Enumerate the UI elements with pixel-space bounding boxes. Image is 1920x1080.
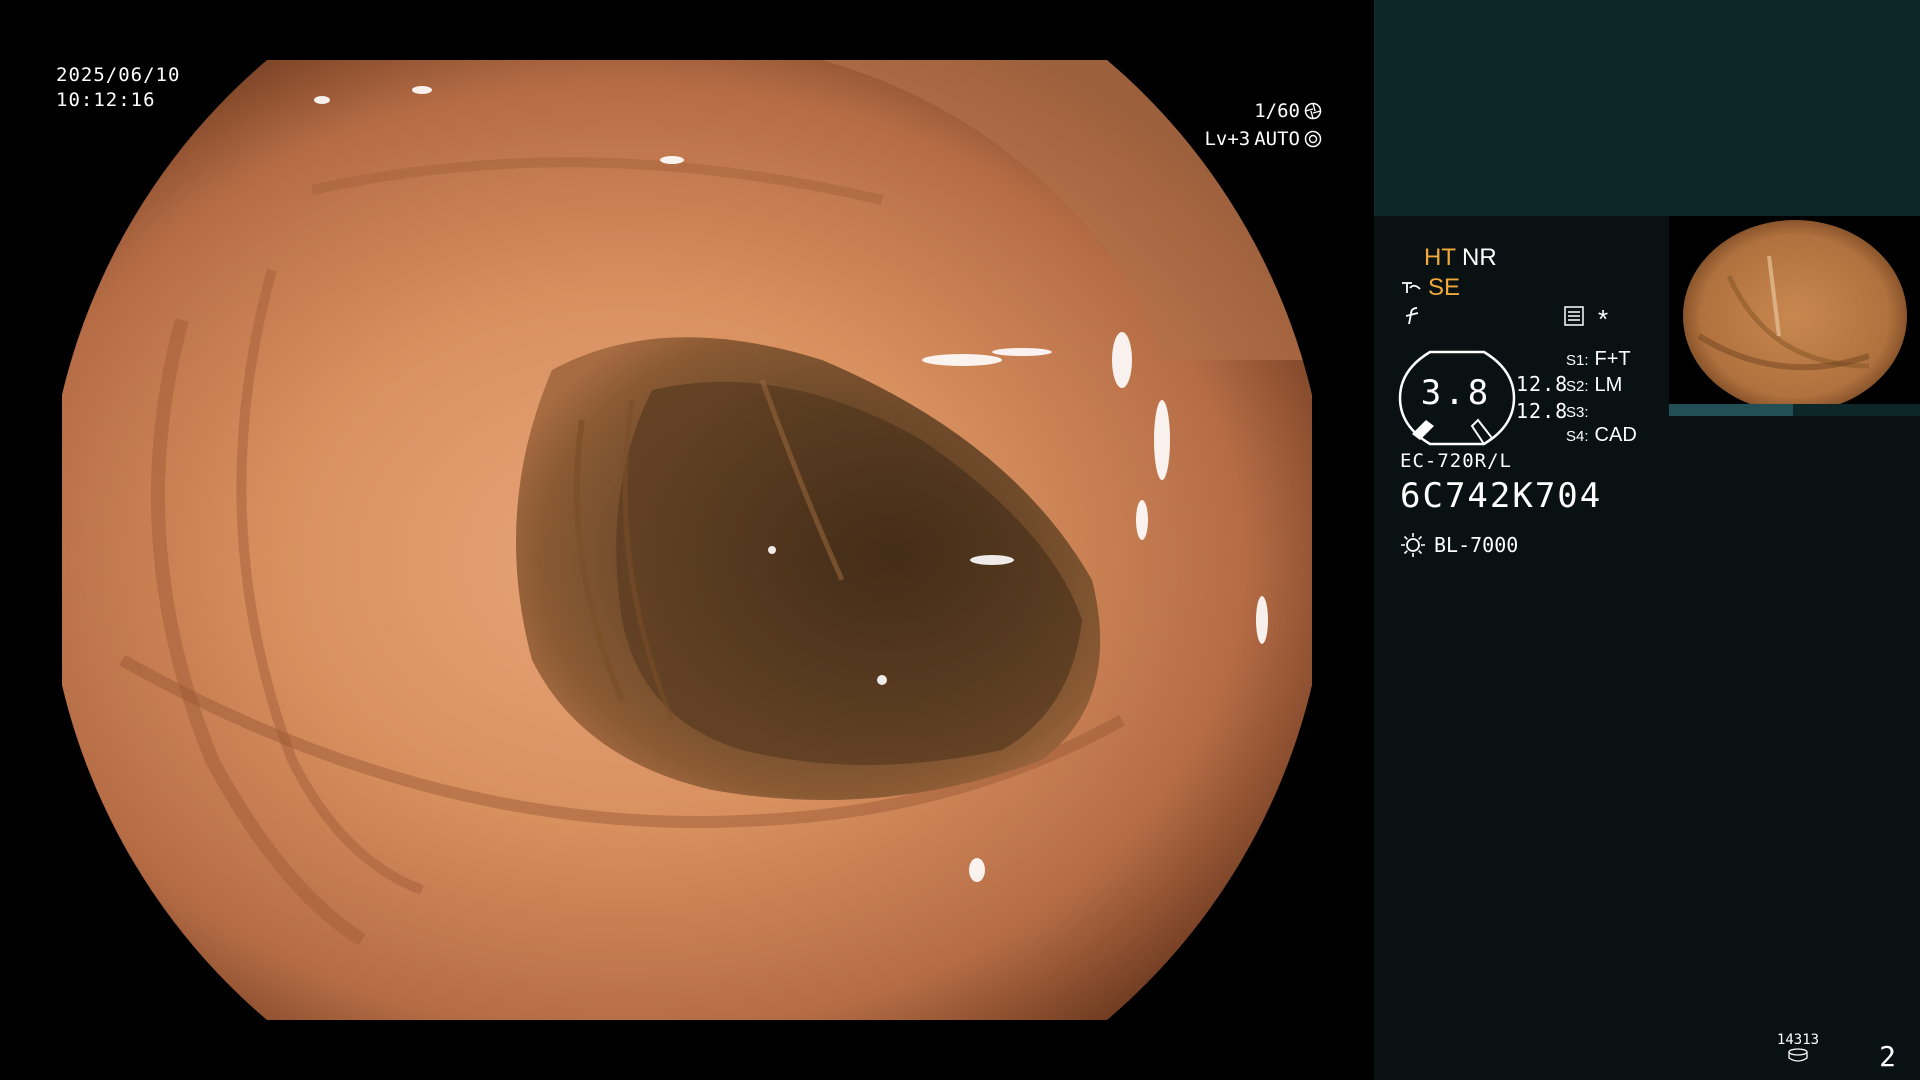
switch-1-row: S1: F+T [1566, 348, 1631, 371]
storage-counter: 14313 [1766, 1032, 1830, 1067]
se-indicator: SE [1428, 274, 1461, 301]
thumbnail-preview[interactable] [1669, 216, 1920, 416]
disk-icon [1788, 1048, 1808, 1062]
aperture-icon [1304, 102, 1322, 120]
switch-key: S1 [1566, 352, 1585, 369]
switch-value: CAD [1594, 424, 1637, 446]
ratio-value-1: 12.8 [1516, 372, 1569, 396]
f-mode-row [1402, 305, 1424, 327]
switch-separator: : [1584, 428, 1589, 445]
endoscope-view: 2025/06/10 10:12:16 1/60 Lv+3 AUTO [0, 0, 1374, 1080]
zoom-value: 3.8 [1420, 373, 1492, 413]
switch-value: LM [1594, 374, 1623, 396]
capture-counter: 14313 [1776, 1032, 1820, 1048]
scope-serial: 6C742K704 [1400, 476, 1603, 516]
ht-indicator: HT [1424, 244, 1456, 271]
capture-time: 10:12:16 [56, 89, 156, 111]
switch-4-row: S4: CAD [1566, 424, 1637, 447]
nr-indicator: NR [1462, 244, 1497, 271]
switch-key: S2 [1566, 378, 1585, 395]
switch-value: F+T [1594, 348, 1631, 370]
processing-flags: HT NR [1424, 244, 1497, 272]
iris-mode: AUTO [1254, 128, 1300, 150]
header-band [1374, 0, 1920, 216]
page-number: 2 [1879, 1040, 1896, 1073]
capture-date: 2025/06/10 [56, 64, 181, 86]
thumbnail-image [1683, 220, 1907, 412]
light-source: BL-7000 [1434, 533, 1519, 557]
ratio-value-2: 12.8 [1516, 399, 1569, 423]
scope-model: EC-720R/L [1400, 450, 1512, 472]
switch-key: S3 [1566, 404, 1585, 421]
brightness-level: Lv+3 [1204, 128, 1251, 150]
info-panel: HT NR SE * 3.8 12.8 12.8 S1: F+T S2: LM … [1374, 0, 1920, 1080]
switch-separator: : [1584, 404, 1589, 421]
f-mode-icon [1405, 307, 1419, 325]
switch-separator: : [1584, 352, 1589, 369]
structure-enhance-row: SE [1400, 274, 1460, 302]
switch-2-row: S2: LM [1566, 374, 1622, 397]
asterisk-indicator: * [1598, 304, 1609, 334]
switch-key: S4 [1566, 428, 1585, 445]
shutter-speed-row: 1/60 [1254, 100, 1322, 122]
light-source-row: BL-7000 [1400, 532, 1518, 558]
endoscope-image [62, 60, 1312, 1020]
shutter-speed: 1/60 [1254, 100, 1300, 122]
light-bulb-icon [1401, 533, 1425, 557]
iris-icon [1304, 130, 1322, 148]
thumbnail-bar-fill [1669, 404, 1793, 416]
structure-enhance-icon [1402, 282, 1421, 293]
switch-separator: : [1584, 378, 1589, 395]
switch-3-row: S3: [1566, 400, 1595, 423]
brightness-level-row: Lv+3 AUTO [1204, 128, 1322, 150]
settings-list-icon [1564, 306, 1584, 326]
